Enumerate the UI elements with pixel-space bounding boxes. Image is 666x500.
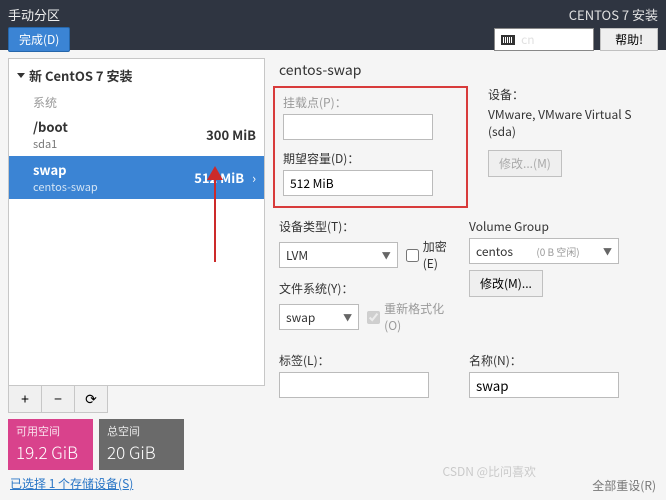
partition-row-swap[interactable]: swap centos-swap 512 MiB › (9, 156, 264, 199)
page-title: 手动分区 (8, 5, 494, 24)
storage-devices-link[interactable]: 已选择 1 个存储设备(S) (8, 470, 265, 492)
remove-partition-button[interactable]: − (41, 385, 75, 413)
capacity-input[interactable] (283, 170, 433, 196)
partition-tree: 新 CentOS 7 安装 系统 /boot sda1 300 MiB swap… (8, 58, 265, 386)
partition-row-boot[interactable]: /boot sda1 300 MiB (9, 113, 264, 156)
tag-input[interactable] (279, 372, 429, 398)
chevron-down-icon: ▼ (343, 311, 352, 324)
install-group-header[interactable]: 新 CentOS 7 安装 (9, 59, 264, 92)
device-type-label: 设备类型(T)： (279, 218, 449, 235)
help-button[interactable]: 帮助! (600, 28, 658, 51)
keyboard-layout-value: cn (521, 31, 534, 48)
add-partition-button[interactable]: + (8, 385, 42, 413)
top-bar: 手动分区 完成(D) CENTOS 7 安装 cn 帮助! (0, 0, 666, 50)
keyboard-icon (501, 35, 515, 45)
tree-section-system: 系统 (9, 92, 264, 113)
chevron-right-icon: › (252, 168, 256, 187)
triangle-down-icon (17, 73, 25, 78)
reset-all-link[interactable]: 全部重设(R) (592, 477, 656, 494)
install-title: CENTOS 7 安装 (494, 5, 658, 24)
available-space-box: 可用空间 19.2 GiB (8, 419, 93, 470)
reload-button[interactable]: ⟳ (74, 385, 108, 413)
total-space-box: 总空间 20 GiB (99, 419, 184, 470)
device-label: 设备： (488, 86, 658, 103)
encrypt-checkbox[interactable]: 加密(E) (406, 238, 449, 272)
keyboard-layout-select[interactable]: cn (494, 28, 594, 51)
chevron-down-icon: ▼ (382, 249, 391, 262)
mount-point-input (283, 114, 433, 140)
detail-title: centos-swap (273, 58, 658, 86)
device-type-select[interactable]: LVM ▼ (279, 242, 398, 268)
capacity-label: 期望容量(D)： (283, 150, 458, 167)
done-button[interactable]: 完成(D) (8, 27, 70, 52)
volume-group-label: Volume Group (469, 218, 639, 235)
chevron-down-icon: ▼ (603, 245, 612, 258)
partition-button-bar: + − ⟳ (8, 385, 265, 413)
device-value: VMware, VMware Virtual S (sda) (488, 106, 658, 140)
watermark: CSDN @比问喜欢 (443, 463, 536, 480)
modify-device-button: 修改...(M) (488, 150, 562, 177)
mount-point-label: 挂载点(P)： (283, 94, 458, 111)
volume-group-select[interactable]: centos (0 B 空闲) ▼ (469, 238, 619, 264)
filesystem-label: 文件系统(Y)： (279, 280, 449, 297)
modify-vg-button[interactable]: 修改(M)... (469, 270, 543, 297)
name-input[interactable] (469, 372, 619, 398)
highlight-box: 挂载点(P)： 期望容量(D)： (273, 86, 468, 208)
reformat-checkbox: 重新格式化(O) (367, 300, 449, 334)
filesystem-select[interactable]: swap ▼ (279, 304, 359, 330)
tag-label: 标签(L)： (279, 352, 449, 369)
name-label: 名称(N)： (469, 352, 639, 369)
